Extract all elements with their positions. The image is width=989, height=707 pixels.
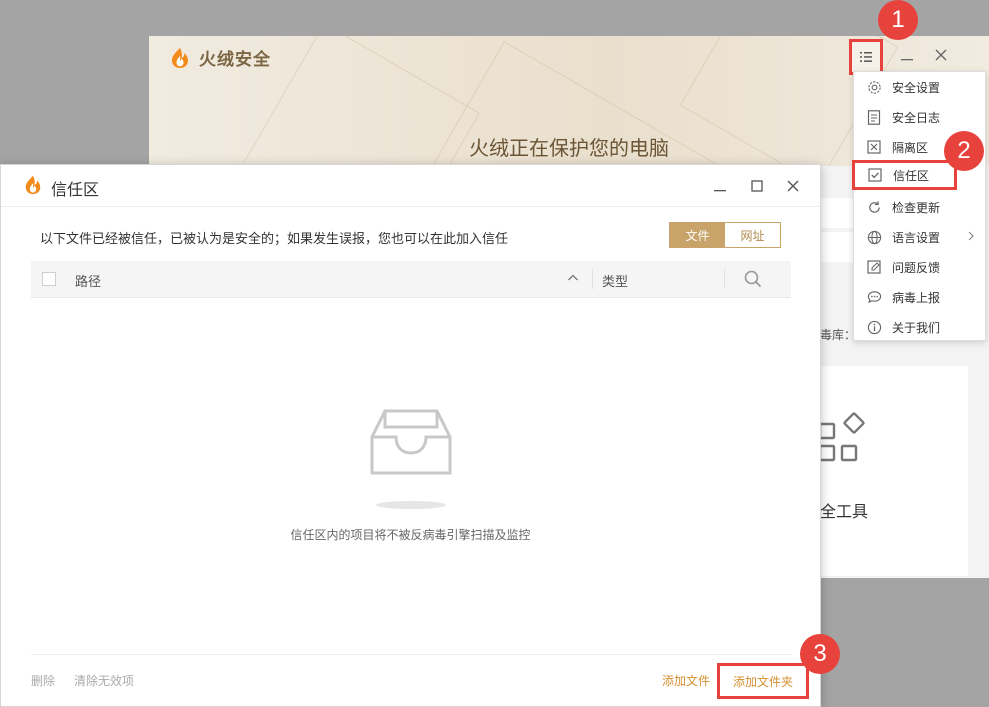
table-header: 路径 类型 — [31, 261, 791, 298]
main-close-button[interactable] — [928, 42, 954, 68]
gear-icon — [866, 79, 882, 95]
search-icon[interactable] — [743, 269, 763, 293]
chat-icon — [866, 289, 882, 305]
menu-item-trust-zone[interactable]: 信任区 — [852, 160, 957, 190]
menu-item-label: 信任区 — [893, 168, 930, 183]
main-menu-button[interactable] — [849, 39, 883, 75]
add-folder-button[interactable]: 添加文件夹 — [717, 663, 809, 699]
refresh-icon — [866, 199, 882, 215]
minimize-icon — [714, 190, 726, 192]
sort-ascending-icon[interactable] — [567, 270, 579, 290]
menu-item-label: 安全日志 — [892, 110, 941, 125]
app-name: 火绒安全 — [199, 50, 271, 70]
menu-item-label: 问题反馈 — [892, 260, 941, 275]
menu-item-feedback[interactable]: 问题反馈 — [854, 252, 985, 282]
info-icon — [866, 319, 882, 335]
step-badge-2: 2 — [944, 131, 984, 171]
step-badge-1: 1 — [878, 0, 918, 40]
close-icon — [787, 180, 799, 192]
flame-logo-icon — [172, 47, 188, 68]
app-logo: 火绒安全 — [169, 45, 271, 70]
dialog-description: 以下文件已经被信任，已被认为是安全的；如果发生误报，您也可以在此加入信任 — [40, 232, 509, 247]
menu-item-label: 语言设置 — [892, 230, 941, 245]
menu-item-label: 检查更新 — [892, 200, 941, 215]
menu-item-label: 隔离区 — [892, 140, 929, 155]
divider — [1, 206, 820, 207]
column-separator — [724, 269, 725, 289]
menu-item-language-settings[interactable]: 语言设置 — [854, 222, 985, 252]
dialog-titlebar[interactable]: 信任区 — [1, 165, 820, 206]
delete-button[interactable]: 删除 — [31, 672, 55, 689]
footer-divider — [31, 654, 791, 655]
tab-urls[interactable]: 网址 — [725, 223, 780, 247]
clear-invalid-button[interactable]: 清除无效项 — [74, 672, 134, 689]
close-icon — [935, 49, 947, 61]
tools-label: 全工具 — [820, 502, 869, 521]
tab-files[interactable]: 文件 — [670, 223, 725, 247]
dialog-minimize-button[interactable] — [707, 173, 733, 199]
empty-state-shadow — [376, 501, 446, 509]
dialog-close-button[interactable] — [780, 173, 806, 199]
settings-dropdown-menu: 安全设置 安全日志 隔离区 信任区 检查更新 语言设置 问题反馈 病毒上报 关于… — [852, 71, 986, 342]
tools-grid-icon — [820, 412, 865, 462]
dialog-maximize-button[interactable] — [744, 173, 770, 199]
trust-check-icon — [867, 167, 883, 183]
maximize-icon — [751, 180, 763, 192]
column-separator — [592, 269, 593, 289]
column-header-type[interactable]: 类型 — [602, 271, 628, 290]
chevron-right-icon — [967, 230, 975, 245]
empty-tray-icon — [370, 409, 452, 475]
empty-state-text: 信任区内的项目将不被反病毒引擎扫描及监控 — [290, 528, 531, 542]
main-minimize-button[interactable] — [894, 42, 920, 68]
feedback-icon — [866, 259, 882, 275]
trust-zone-dialog: 信任区 以下文件已经被信任，已被认为是安全的；如果发生误报，您也可以在此加入信任… — [0, 164, 821, 707]
add-file-button[interactable]: 添加文件 — [662, 672, 710, 689]
menu-list-icon — [860, 52, 872, 62]
tools-panel[interactable]: 全工具 — [820, 366, 968, 576]
menu-item-security-settings[interactable]: 安全设置 — [854, 72, 985, 102]
view-toggle: 文件 网址 — [669, 222, 781, 248]
log-icon — [866, 109, 882, 125]
menu-item-report-virus[interactable]: 病毒上报 — [854, 282, 985, 312]
select-all-checkbox[interactable] — [42, 272, 56, 286]
step-badge-3: 3 — [800, 634, 840, 674]
menu-item-security-log[interactable]: 安全日志 — [854, 102, 985, 132]
menu-item-check-update[interactable]: 检查更新 — [854, 192, 985, 222]
column-header-path[interactable]: 路径 — [75, 271, 101, 290]
globe-icon — [866, 229, 882, 245]
menu-item-about-us[interactable]: 关于我们 — [854, 312, 985, 342]
minimize-icon — [901, 59, 913, 61]
flame-logo-icon — [25, 175, 41, 195]
quarantine-icon — [866, 139, 882, 155]
menu-item-label: 病毒上报 — [892, 290, 941, 305]
menu-item-label: 安全设置 — [892, 80, 941, 95]
dialog-title: 信任区 — [51, 180, 100, 199]
menu-item-label: 关于我们 — [892, 320, 941, 335]
